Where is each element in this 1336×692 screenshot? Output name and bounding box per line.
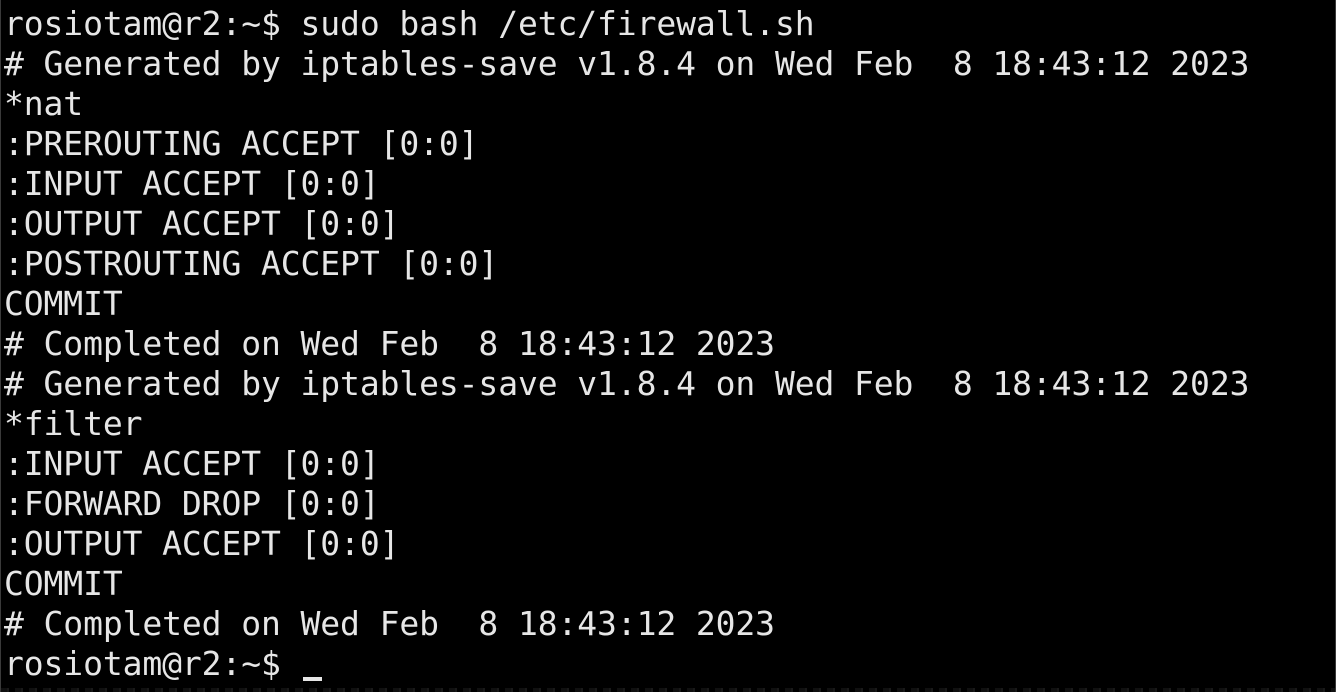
output-line: COMMIT <box>4 284 123 323</box>
output-line: :OUTPUT ACCEPT [0:0] <box>4 204 400 243</box>
output-line: :INPUT ACCEPT [0:0] <box>4 444 380 483</box>
output-line: COMMIT <box>4 564 123 603</box>
bottom-edge <box>1 688 1335 692</box>
output-line: :FORWARD DROP [0:0] <box>4 484 380 523</box>
output-line: :INPUT ACCEPT [0:0] <box>4 164 380 203</box>
shell-prompt: rosiotam@r2:~$ <box>4 644 301 683</box>
output-line: # Generated by iptables-save v1.8.4 on W… <box>4 44 1250 83</box>
terminal-window[interactable]: rosiotam@r2:~$ sudo bash /etc/firewall.s… <box>0 0 1336 692</box>
output-line: :OUTPUT ACCEPT [0:0] <box>4 524 400 563</box>
output-line: *filter <box>4 404 143 443</box>
text-cursor <box>302 677 322 681</box>
output-line: *nat <box>4 84 84 123</box>
active-prompt-line[interactable]: rosiotam@r2:~$ <box>4 644 1249 684</box>
output-line: # Completed on Wed Feb 8 18:43:12 2023 <box>4 604 775 643</box>
output-line: :PREROUTING ACCEPT [0:0] <box>4 124 479 163</box>
output-line: :POSTROUTING ACCEPT [0:0] <box>4 244 499 283</box>
command-line: rosiotam@r2:~$ sudo bash /etc/firewall.s… <box>4 4 815 43</box>
output-line: # Generated by iptables-save v1.8.4 on W… <box>4 364 1250 403</box>
output-line: # Completed on Wed Feb 8 18:43:12 2023 <box>4 324 775 363</box>
terminal-screen: rosiotam@r2:~$ sudo bash /etc/firewall.s… <box>4 4 1249 684</box>
